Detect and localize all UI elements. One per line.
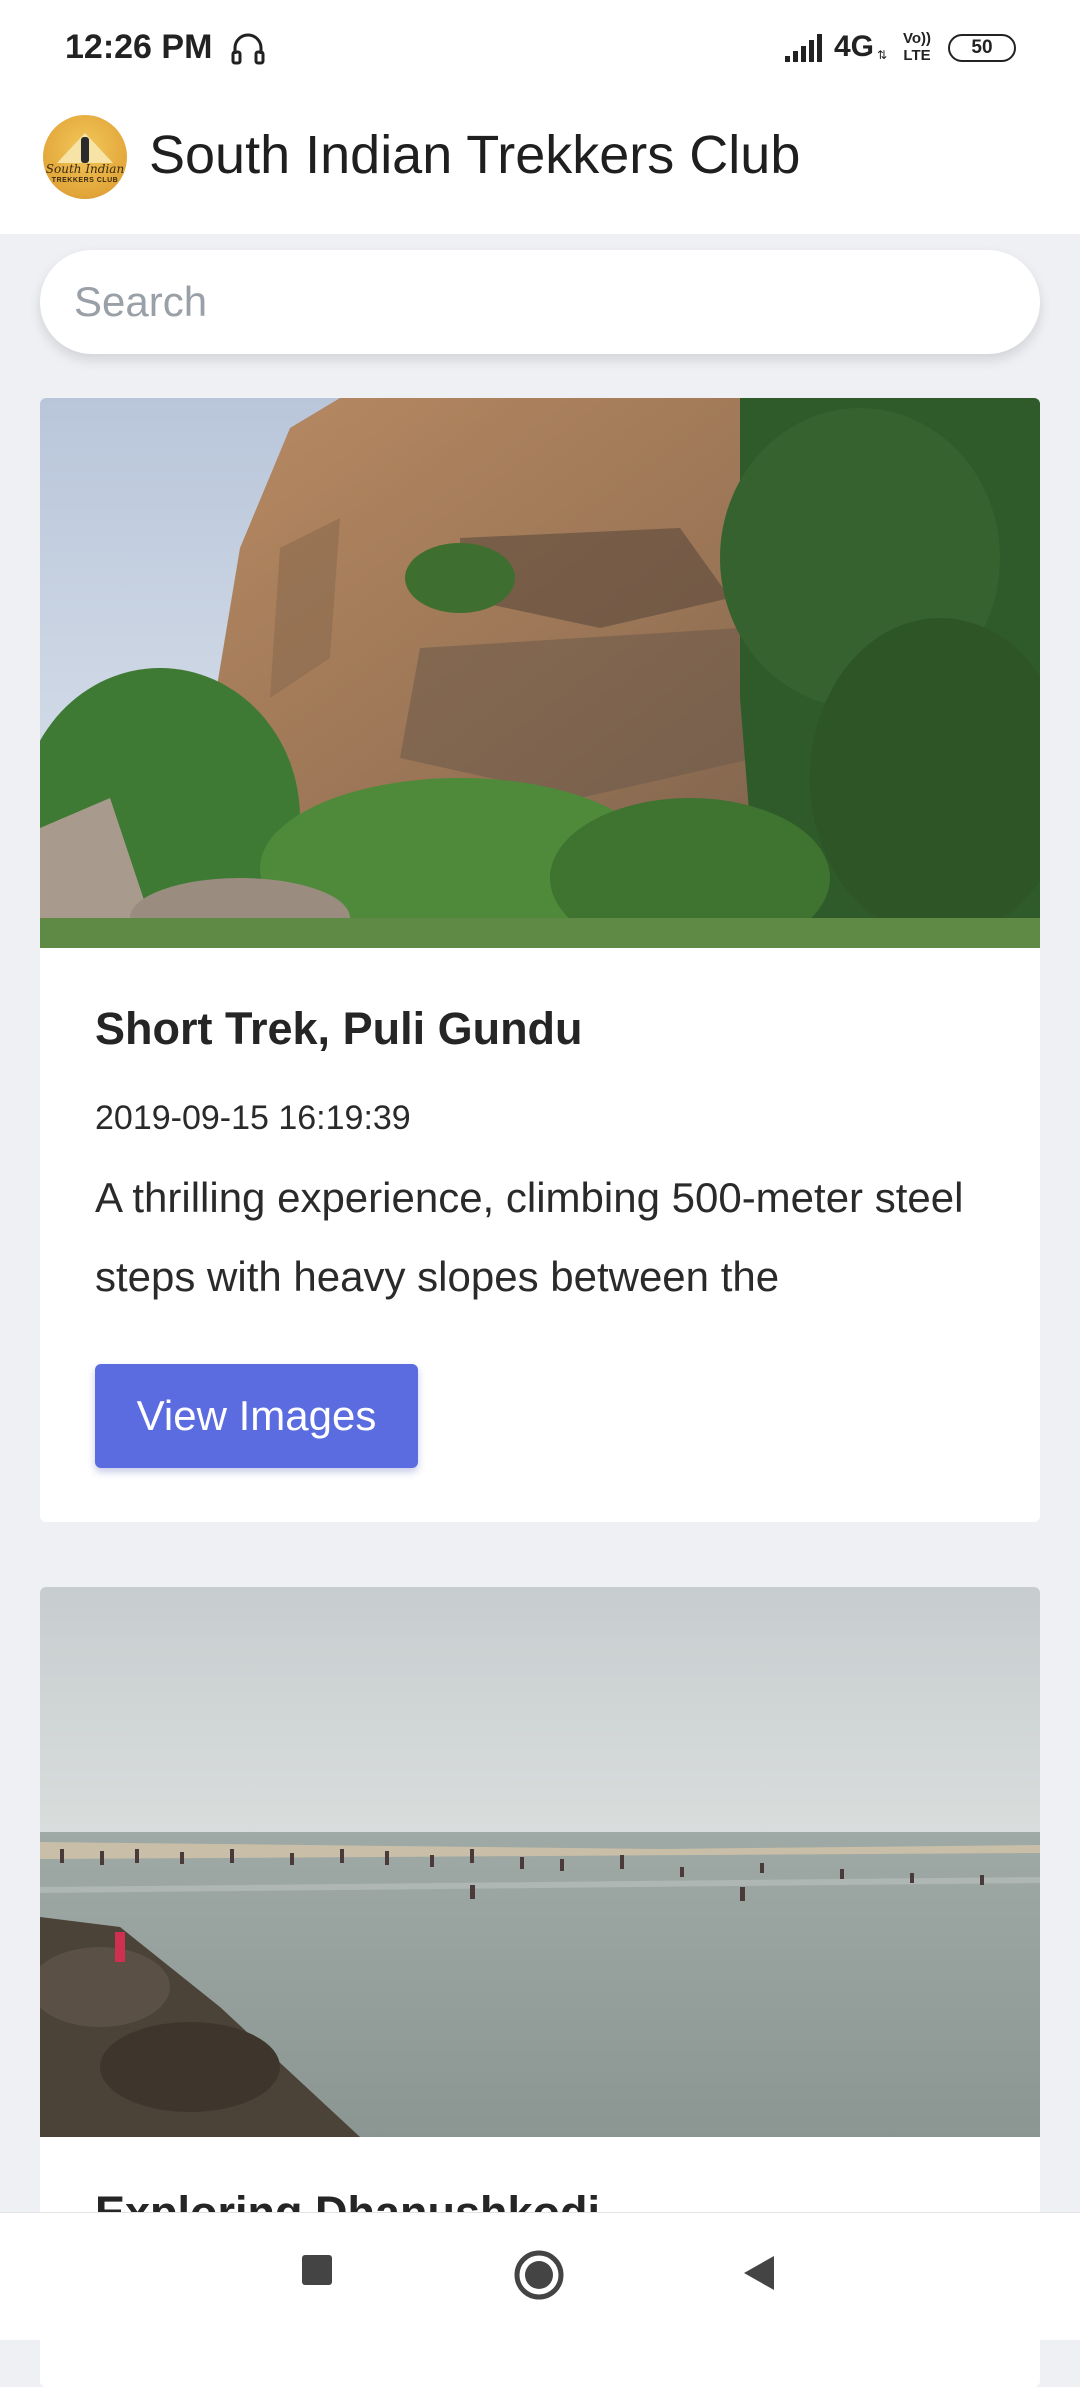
volte-icon: Vo)) LTE xyxy=(902,30,932,64)
headset-icon xyxy=(231,33,265,65)
square-icon[interactable] xyxy=(300,2253,334,2287)
status-time: 12:26 PM xyxy=(65,28,213,66)
logo-hiker xyxy=(81,137,89,163)
battery-icon: 50 xyxy=(948,34,1016,62)
trek-photo-beach[interactable] xyxy=(40,1587,1040,2137)
search-bar xyxy=(40,250,1040,354)
app-bar: South Indian TREKKERS CLUB South Indian … xyxy=(0,98,1080,234)
logo-subtext: TREKKERS CLUB xyxy=(51,177,119,184)
app-logo: South Indian TREKKERS CLUB xyxy=(43,115,127,199)
trek-photo-rock[interactable] xyxy=(40,398,1040,948)
view-images-button[interactable]: View Images xyxy=(95,1364,418,1468)
network-type: 4G xyxy=(834,30,875,63)
app-title: South Indian Trekkers Club xyxy=(149,125,801,185)
circle-icon[interactable] xyxy=(513,2249,565,2301)
trek-card: Short Trek, Puli Gundu 2019-09-15 16:19:… xyxy=(40,398,1040,1522)
signal-icon xyxy=(785,34,822,62)
status-bar: 12:26 PM 4G ⇅ Vo)) LTE 50 xyxy=(0,0,1080,98)
data-arrows-icon: ⇅ xyxy=(877,48,888,62)
search-input[interactable] xyxy=(40,250,1040,354)
system-nav-bar xyxy=(0,2212,1080,2340)
logo-text: South Indian xyxy=(45,162,125,176)
triangle-back-icon[interactable] xyxy=(740,2253,778,2293)
card-date: 2019-09-15 16:19:39 xyxy=(95,1099,411,1137)
card-description: A thrilling experience, climbing 500-met… xyxy=(95,1174,964,1300)
card-title: Short Trek, Puli Gundu xyxy=(95,1003,583,1054)
